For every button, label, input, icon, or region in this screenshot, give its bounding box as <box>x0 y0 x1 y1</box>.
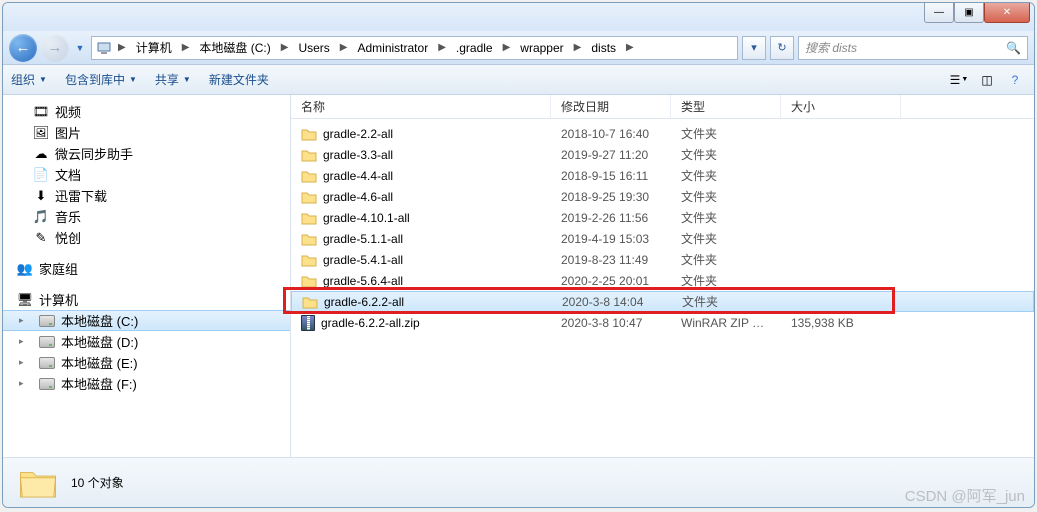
table-row[interactable]: gradle-3.3-all2019-9-27 11:20文件夹 <box>291 144 1034 165</box>
refresh-button[interactable]: ↻ <box>770 36 794 60</box>
drive-icon <box>39 357 55 369</box>
preview-pane-button[interactable]: ◫ <box>976 69 998 91</box>
sidebar-item[interactable]: 🎞视频 <box>3 101 290 122</box>
folder-icon <box>301 210 317 226</box>
sidebar-item[interactable]: ☁微云同步助手 <box>3 143 290 164</box>
folder-icon <box>301 147 317 163</box>
sidebar-drive[interactable]: ▸本地磁盘 (D:) <box>3 331 290 352</box>
sidebar-drive[interactable]: ▸本地磁盘 (E:) <box>3 352 290 373</box>
folder-icon <box>301 273 317 289</box>
chevron-right-icon: ▶ <box>436 42 448 53</box>
computer-icon <box>96 40 112 56</box>
sidebar-item[interactable]: 📄文档 <box>3 164 290 185</box>
organize-menu[interactable]: 组织▼ <box>11 71 47 88</box>
sidebar-item[interactable]: ⬇迅雷下载 <box>3 185 290 206</box>
table-row[interactable]: gradle-4.4-all2018-9-15 16:11文件夹 <box>291 165 1034 186</box>
column-headers: 名称 修改日期 类型 大小 <box>291 95 1034 119</box>
folder-icon <box>301 252 317 268</box>
folder-icon <box>301 168 317 184</box>
breadcrumb-segment[interactable]: .gradle <box>448 37 501 59</box>
table-row[interactable]: gradle-6.2.2-all2020-3-8 14:04文件夹 <box>291 291 1034 312</box>
breadcrumb-segment[interactable]: 本地磁盘 (C:) <box>191 37 278 59</box>
drive-icon <box>39 315 55 327</box>
drive-icon <box>39 378 55 390</box>
zip-icon <box>301 315 315 331</box>
video-icon: 🎞 <box>33 104 49 120</box>
computer-icon: 🖥 <box>17 292 33 308</box>
image-icon: 🖼 <box>33 125 49 141</box>
chevron-right-icon: ▶ <box>279 42 291 53</box>
chevron-right-icon: ▶ <box>572 42 584 53</box>
table-row[interactable]: gradle-4.6-all2018-9-25 19:30文件夹 <box>291 186 1034 207</box>
folder-icon <box>301 126 317 142</box>
homegroup-icon: 👥 <box>17 261 33 277</box>
nav-history-dropdown[interactable]: ▼ <box>73 43 87 53</box>
chevron-down-icon: ▾ <box>3 294 7 305</box>
chevron-right-icon: ▶ <box>501 42 513 53</box>
sidebar-computer[interactable]: ▾ 🖥 计算机 <box>3 289 290 310</box>
close-button[interactable]: ✕ <box>984 3 1030 23</box>
breadcrumb-segment[interactable]: dists <box>583 37 624 59</box>
status-bar: 10 个对象 <box>3 457 1034 507</box>
folder-icon <box>301 189 317 205</box>
sidebar-drive[interactable]: ▸本地磁盘 (F:) <box>3 373 290 394</box>
search-icon: 🔍 <box>1006 41 1021 55</box>
address-dropdown[interactable]: ▾ <box>742 36 766 60</box>
table-row[interactable]: gradle-2.2-all2018-10-7 16:40文件夹 <box>291 123 1034 144</box>
address-bar-row: ← → ▼ ▶计算机▶本地磁盘 (C:)▶Users▶Administrator… <box>3 31 1034 65</box>
back-button[interactable]: ← <box>9 34 37 62</box>
table-row[interactable]: gradle-6.2.2-all.zip2020-3-8 10:47WinRAR… <box>291 312 1034 333</box>
sync-icon: ☁ <box>33 146 49 162</box>
breadcrumb-segment[interactable]: 计算机 <box>128 37 180 59</box>
column-size[interactable]: 大小 <box>781 95 901 118</box>
drive-icon <box>39 336 55 348</box>
search-input[interactable]: 搜索 dists 🔍 <box>798 36 1028 60</box>
folder-icon <box>301 231 317 247</box>
breadcrumb-segment[interactable]: wrapper <box>512 37 571 59</box>
table-row[interactable]: gradle-5.4.1-all2019-8-23 11:49文件夹 <box>291 249 1034 270</box>
breadcrumb-segment[interactable]: Administrator <box>350 37 437 59</box>
sidebar-item[interactable]: 🖼图片 <box>3 122 290 143</box>
maximize-button[interactable]: ▣ <box>954 3 984 23</box>
navigation-pane[interactable]: 🎞视频🖼图片☁微云同步助手📄文档⬇迅雷下载🎵音乐✎悦创 👥 家庭组 ▾ 🖥 计算… <box>3 95 291 457</box>
breadcrumb-segment[interactable]: Users <box>290 37 337 59</box>
share-menu[interactable]: 共享▼ <box>155 71 191 88</box>
file-list-pane: 名称 修改日期 类型 大小 gradle-2.2-all2018-10-7 16… <box>291 95 1034 457</box>
music-icon: 🎵 <box>33 209 49 225</box>
view-options-button[interactable]: ☰▼ <box>948 69 970 91</box>
minimize-button[interactable]: — <box>924 3 954 23</box>
chevron-right-icon: ▶ <box>116 42 128 53</box>
column-name[interactable]: 名称 <box>291 95 551 118</box>
include-in-library-menu[interactable]: 包含到库中▼ <box>65 71 137 88</box>
search-placeholder: 搜索 dists <box>805 39 857 56</box>
forward-button[interactable]: → <box>41 34 69 62</box>
table-row[interactable]: gradle-5.6.4-all2020-2-25 20:01文件夹 <box>291 270 1034 291</box>
help-button[interactable]: ? <box>1004 69 1026 91</box>
breadcrumb[interactable]: ▶计算机▶本地磁盘 (C:)▶Users▶Administrator▶.grad… <box>91 36 738 60</box>
chevron-right-icon: ▶ <box>180 42 192 53</box>
folder-icon <box>17 462 59 504</box>
chevron-right-icon: ▶ <box>338 42 350 53</box>
doc-icon: 📄 <box>33 167 49 183</box>
sidebar-item[interactable]: ✎悦创 <box>3 227 290 248</box>
table-row[interactable]: gradle-5.1.1-all2019-4-19 15:03文件夹 <box>291 228 1034 249</box>
toolbar: 组织▼ 包含到库中▼ 共享▼ 新建文件夹 ☰▼ ◫ ? <box>3 65 1034 95</box>
sidebar-drive[interactable]: ▸本地磁盘 (C:) <box>3 310 290 331</box>
new-folder-button[interactable]: 新建文件夹 <box>209 71 269 88</box>
column-date[interactable]: 修改日期 <box>551 95 671 118</box>
status-count: 10 个对象 <box>71 474 124 491</box>
file-rows: gradle-2.2-all2018-10-7 16:40文件夹gradle-3… <box>291 119 1034 457</box>
column-type[interactable]: 类型 <box>671 95 781 118</box>
yuechuang-icon: ✎ <box>33 230 49 246</box>
folder-icon <box>302 294 318 310</box>
titlebar: — ▣ ✕ <box>3 3 1034 31</box>
sidebar-homegroup[interactable]: 👥 家庭组 <box>3 258 290 279</box>
download-icon: ⬇ <box>33 188 49 204</box>
table-row[interactable]: gradle-4.10.1-all2019-2-26 11:56文件夹 <box>291 207 1034 228</box>
sidebar-item[interactable]: 🎵音乐 <box>3 206 290 227</box>
